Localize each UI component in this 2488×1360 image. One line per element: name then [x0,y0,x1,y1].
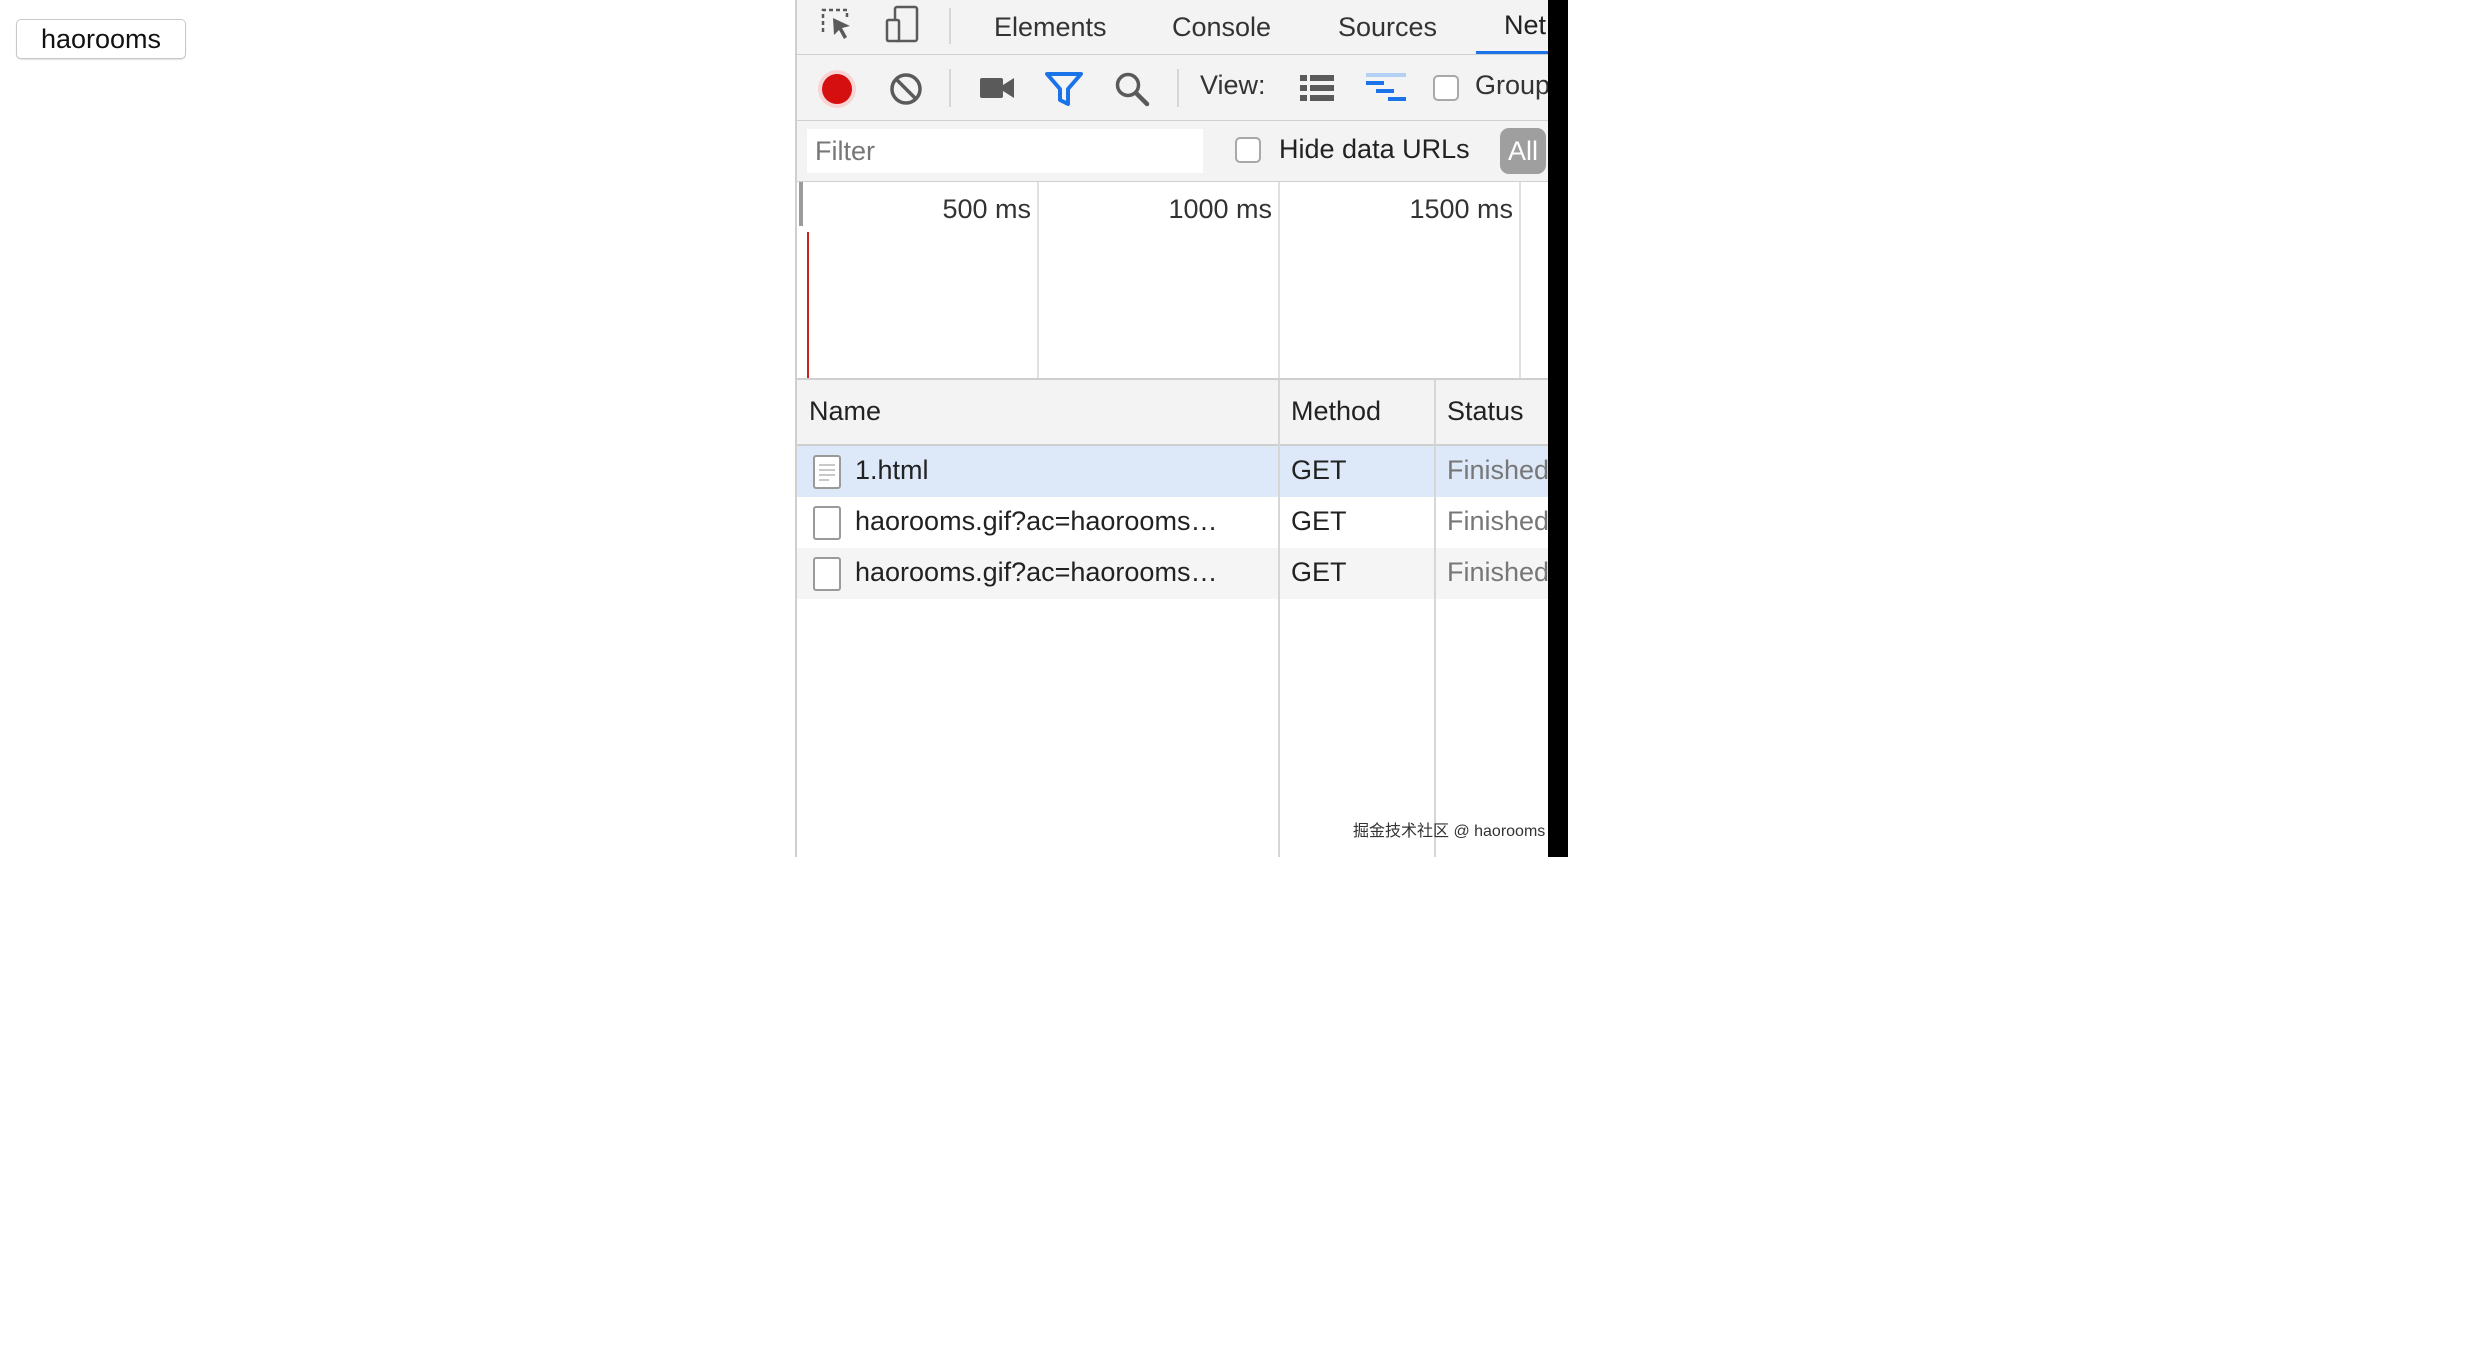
group-by-frame-label: Group [1475,70,1550,100]
devtools-tab-bar: Elements Console Sources Net [797,0,1550,55]
resource-type-all-button[interactable]: All [1500,128,1546,174]
column-header-status[interactable]: Status [1447,396,1524,427]
overview-gridline [1519,182,1521,378]
table-row[interactable]: haorooms.gif?ac=haorooms… GET Finished [797,548,1550,599]
haorooms-button[interactable]: haorooms [16,19,186,59]
toolbar-separator [949,69,951,107]
column-header-method[interactable]: Method [1291,396,1381,427]
clear-icon[interactable] [888,71,924,107]
table-header: Name Method Status [797,380,1550,446]
select-element-icon[interactable] [817,4,857,44]
filter-bar: Hide data URLs All [797,121,1550,182]
tab-console[interactable]: Console [1172,0,1271,54]
group-by-frame-checkbox[interactable] [1433,75,1459,101]
hide-data-urls-label: Hide data URLs [1279,134,1470,164]
screenshot-icon[interactable] [979,75,1015,101]
request-method: GET [1291,506,1347,536]
table-row[interactable]: 1.html GET Finished [797,446,1550,497]
network-toolbar: View: Group [797,55,1550,121]
overview-start-marker [799,182,803,226]
column-divider[interactable] [1278,380,1280,857]
tab-sources[interactable]: Sources [1338,0,1437,54]
request-method: GET [1291,557,1347,587]
column-divider[interactable] [1434,380,1436,857]
watermark-text: 掘金技术社区 @ haorooms [1353,823,1546,840]
filter-input[interactable] [807,129,1203,173]
request-status: Finished [1447,506,1550,536]
devtools-panel: Elements Console Sources Net View: Group… [795,0,1550,857]
overview-tick-label: 1500 ms [1409,194,1513,224]
large-rows-icon[interactable] [1299,73,1335,103]
load-event-line [807,232,809,378]
hide-data-urls-checkbox[interactable] [1235,137,1261,163]
request-status: Finished [1447,557,1550,587]
record-icon[interactable] [816,68,858,110]
request-name: haorooms.gif?ac=haorooms… [855,506,1218,536]
device-toolbar-icon[interactable] [883,4,923,44]
toolbar-separator-2 [1177,69,1179,107]
window-edge [1548,0,1568,857]
waterfall-icon[interactable] [1364,72,1408,104]
overview-gridline [1037,182,1039,378]
file-icon [813,506,841,540]
overview-tick-label: 500 ms [942,194,1031,224]
request-name: haorooms.gif?ac=haorooms… [855,557,1218,587]
request-status: Finished [1447,455,1550,485]
filter-icon[interactable] [1045,71,1083,107]
file-icon [813,557,841,591]
network-overview[interactable]: 500 ms 1000 ms 1500 ms [797,182,1550,380]
tab-network[interactable]: Net [1476,0,1550,54]
tab-bar-separator [949,8,951,44]
overview-tick-label: 1000 ms [1168,194,1272,224]
document-icon [813,455,841,489]
search-icon[interactable] [1113,70,1151,108]
request-table: Name Method Status 1.html GET Finished h… [797,380,1550,857]
overview-gridline [1278,182,1280,378]
table-row[interactable]: haorooms.gif?ac=haorooms… GET Finished [797,497,1550,548]
request-name: 1.html [855,455,929,485]
request-method: GET [1291,455,1347,485]
column-header-name[interactable]: Name [809,396,881,427]
tab-elements[interactable]: Elements [994,0,1107,54]
view-label: View: [1200,70,1266,100]
